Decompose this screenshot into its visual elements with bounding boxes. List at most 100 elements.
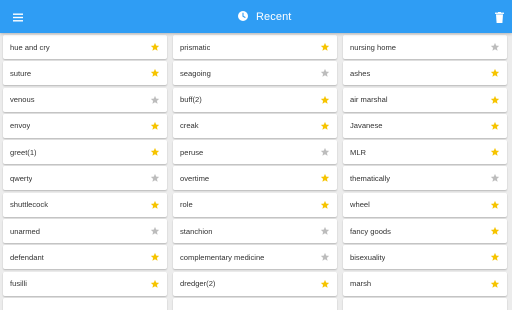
word-label: hue and cry bbox=[10, 42, 50, 52]
word-grid: hue and cry suture venous envoy greet(1) qwer… bbox=[0, 33, 512, 310]
word-card[interactable]: role bbox=[173, 192, 337, 217]
word-card[interactable]: venous bbox=[3, 87, 167, 112]
word-label: bisexuality bbox=[350, 252, 386, 262]
star-icon[interactable] bbox=[490, 200, 500, 210]
star-icon[interactable] bbox=[150, 42, 160, 52]
word-card[interactable]: Javanese bbox=[343, 113, 507, 138]
word-label: MLR bbox=[350, 147, 367, 157]
word-label: creak bbox=[180, 121, 199, 131]
star-icon[interactable] bbox=[320, 68, 330, 78]
word-card[interactable] bbox=[3, 297, 167, 310]
star-icon[interactable] bbox=[320, 42, 330, 52]
star-icon[interactable] bbox=[150, 200, 160, 210]
star-icon[interactable] bbox=[320, 147, 330, 157]
menu-icon[interactable] bbox=[9, 8, 27, 26]
page-title: Recent bbox=[256, 11, 292, 23]
star-icon[interactable] bbox=[150, 226, 160, 236]
word-card[interactable]: qwerty bbox=[3, 166, 167, 191]
word-label: air marshal bbox=[350, 95, 388, 105]
star-icon[interactable] bbox=[320, 200, 330, 210]
word-card[interactable]: nursing home bbox=[343, 35, 507, 59]
star-icon[interactable] bbox=[320, 279, 330, 289]
word-column: prismatic seagoing buff(2) creak peruse overt… bbox=[173, 35, 337, 310]
word-card[interactable]: hue and cry bbox=[3, 35, 167, 59]
star-icon[interactable] bbox=[150, 68, 160, 78]
star-icon[interactable] bbox=[320, 121, 330, 131]
word-label: ashes bbox=[350, 68, 371, 78]
word-card[interactable] bbox=[343, 297, 507, 310]
word-card[interactable]: thematically bbox=[343, 166, 507, 191]
word-card[interactable]: wheel bbox=[343, 192, 507, 217]
trash-icon[interactable] bbox=[490, 8, 508, 26]
word-label: fusilli bbox=[10, 279, 27, 289]
word-label: envoy bbox=[10, 121, 31, 131]
word-card[interactable]: peruse bbox=[173, 140, 337, 165]
word-card[interactable]: MLR bbox=[343, 140, 507, 165]
word-label: thematically bbox=[350, 173, 391, 183]
word-card[interactable]: unarmed bbox=[3, 219, 167, 244]
word-card[interactable]: shuttlecock bbox=[3, 192, 167, 217]
star-icon[interactable] bbox=[150, 121, 160, 131]
word-label: nursing home bbox=[350, 42, 397, 52]
word-label: dredger(2) bbox=[180, 279, 216, 289]
star-icon[interactable] bbox=[150, 279, 160, 289]
star-icon[interactable] bbox=[490, 173, 500, 183]
star-icon[interactable] bbox=[150, 147, 160, 157]
word-label: venous bbox=[10, 95, 35, 105]
word-card[interactable]: complementary medicine bbox=[173, 245, 337, 270]
word-card[interactable]: buff(2) bbox=[173, 87, 337, 112]
word-card[interactable]: dredger(2) bbox=[173, 271, 337, 296]
star-icon[interactable] bbox=[150, 252, 160, 262]
word-card[interactable] bbox=[173, 297, 337, 310]
word-column: hue and cry suture venous envoy greet(1) qwer… bbox=[3, 35, 167, 310]
word-label: Javanese bbox=[350, 121, 383, 131]
word-card[interactable]: stanchion bbox=[173, 219, 337, 244]
word-card[interactable]: ashes bbox=[343, 61, 507, 86]
word-card[interactable]: suture bbox=[3, 61, 167, 86]
word-label: unarmed bbox=[10, 226, 40, 236]
word-label: overtime bbox=[180, 173, 210, 183]
word-card[interactable]: creak bbox=[173, 113, 337, 138]
star-icon[interactable] bbox=[490, 68, 500, 78]
word-card[interactable]: overtime bbox=[173, 166, 337, 191]
word-card[interactable]: greet(1) bbox=[3, 140, 167, 165]
star-icon[interactable] bbox=[320, 252, 330, 262]
word-label: greet(1) bbox=[10, 147, 37, 157]
app-bar: Recent bbox=[0, 0, 512, 33]
word-label: shuttlecock bbox=[10, 200, 48, 210]
word-card[interactable]: marsh bbox=[343, 271, 507, 296]
star-icon[interactable] bbox=[490, 95, 500, 105]
word-card[interactable]: bisexuality bbox=[343, 245, 507, 270]
word-card[interactable]: prismatic bbox=[173, 35, 337, 59]
word-card[interactable]: fancy goods bbox=[343, 219, 507, 244]
word-card[interactable]: seagoing bbox=[173, 61, 337, 86]
word-label: suture bbox=[10, 68, 32, 78]
word-card[interactable]: envoy bbox=[3, 113, 167, 138]
word-card[interactable]: defendant bbox=[3, 245, 167, 270]
star-icon[interactable] bbox=[490, 252, 500, 262]
word-label: marsh bbox=[350, 279, 372, 289]
word-label: stanchion bbox=[180, 226, 213, 236]
star-icon[interactable] bbox=[490, 121, 500, 131]
word-label: buff(2) bbox=[180, 95, 202, 105]
star-icon[interactable] bbox=[490, 279, 500, 289]
star-icon[interactable] bbox=[150, 173, 160, 183]
word-label: fancy goods bbox=[350, 226, 391, 236]
word-card[interactable]: fusilli bbox=[3, 271, 167, 296]
word-label: qwerty bbox=[10, 173, 33, 183]
word-label: role bbox=[180, 200, 193, 210]
star-icon[interactable] bbox=[490, 226, 500, 236]
star-icon[interactable] bbox=[320, 95, 330, 105]
star-icon[interactable] bbox=[490, 42, 500, 52]
word-card[interactable]: air marshal bbox=[343, 87, 507, 112]
word-label: peruse bbox=[180, 147, 204, 157]
word-label: prismatic bbox=[180, 42, 211, 52]
word-label: wheel bbox=[350, 200, 370, 210]
star-icon[interactable] bbox=[150, 95, 160, 105]
clock-icon bbox=[238, 8, 248, 26]
title-group: Recent bbox=[238, 8, 291, 26]
word-label: defendant bbox=[10, 252, 44, 262]
star-icon[interactable] bbox=[320, 226, 330, 236]
star-icon[interactable] bbox=[320, 173, 330, 183]
star-icon[interactable] bbox=[490, 147, 500, 157]
